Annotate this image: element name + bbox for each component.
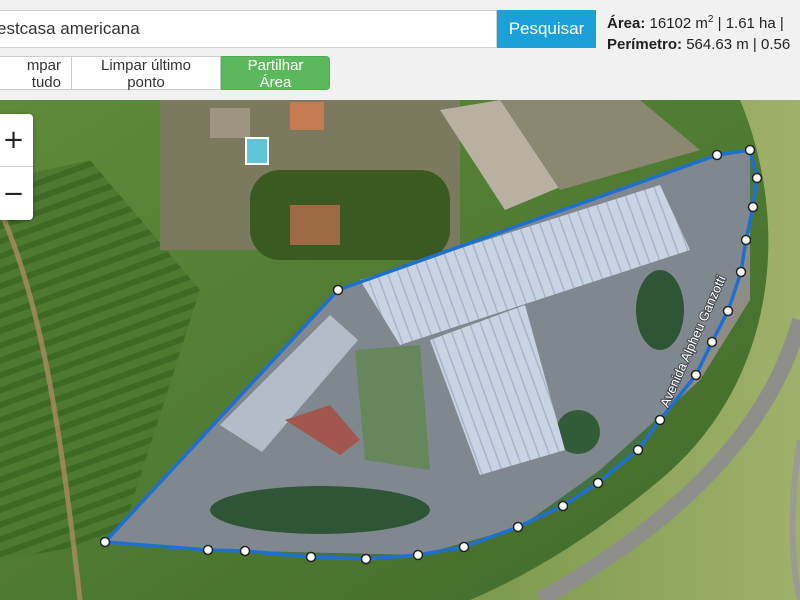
area-line: Área: 16102 m2 | 1.61 ha |: [607, 9, 790, 34]
search-input[interactable]: [0, 10, 497, 48]
vertex-marker[interactable]: [654, 414, 666, 426]
vertex-marker[interactable]: [740, 234, 752, 246]
house-roof: [290, 102, 324, 130]
vertex-marker[interactable]: [632, 444, 644, 456]
vertex-marker[interactable]: [744, 144, 756, 156]
vertex-marker[interactable]: [690, 369, 702, 381]
vertex-marker[interactable]: [412, 549, 424, 561]
vertex-marker[interactable]: [458, 541, 470, 553]
area-label: Área:: [607, 15, 646, 32]
vertex-marker[interactable]: [239, 545, 251, 557]
vertex-marker[interactable]: [512, 521, 524, 533]
zoom-out-button[interactable]: −: [0, 167, 33, 220]
dirt-patch: [290, 205, 340, 245]
vertex-marker[interactable]: [747, 201, 759, 213]
perimeter-value: 564.63 m | 0.56: [682, 36, 791, 53]
clear-all-button[interactable]: mpar tudo: [0, 56, 72, 91]
action-buttons: mpar tudo Limpar último ponto Partilhar …: [0, 56, 330, 91]
vertex-marker[interactable]: [592, 477, 604, 489]
map-view[interactable]: Avenida Alpheu Ganzotti: [0, 100, 800, 600]
vertex-marker[interactable]: [735, 266, 747, 278]
vertex-marker[interactable]: [711, 149, 723, 161]
vertex-marker[interactable]: [99, 536, 111, 548]
vertex-marker[interactable]: [557, 500, 569, 512]
zoom-in-button[interactable]: +: [0, 114, 33, 167]
trees-cluster: [250, 170, 450, 260]
zoom-control: + −: [0, 114, 33, 220]
vertex-marker[interactable]: [751, 172, 763, 184]
pool: [245, 137, 269, 165]
clear-last-point-button[interactable]: Limpar último ponto: [72, 56, 221, 91]
house-roof-2: [210, 108, 250, 138]
share-area-button[interactable]: Partilhar Área: [221, 56, 330, 91]
area-stats: Área: 16102 m2 | 1.61 ha | Perímetro: 56…: [607, 9, 790, 55]
top-toolbar: Pesquisar Área: 16102 m2 | 1.61 ha | Per…: [0, 0, 800, 100]
vertex-marker[interactable]: [305, 551, 317, 563]
vertex-marker[interactable]: [332, 284, 344, 296]
vertex-marker[interactable]: [722, 305, 734, 317]
vertex-marker[interactable]: [360, 553, 372, 565]
search-button[interactable]: Pesquisar: [497, 10, 596, 48]
vertex-marker[interactable]: [202, 544, 214, 556]
perimeter-label: Perímetro:: [607, 36, 683, 53]
vertex-marker[interactable]: [706, 336, 718, 348]
area-rest: | 1.61 ha |: [713, 15, 784, 32]
area-value: 16102 m: [649, 15, 708, 32]
perimeter-line: Perímetro: 564.63 m | 0.56: [607, 34, 790, 55]
